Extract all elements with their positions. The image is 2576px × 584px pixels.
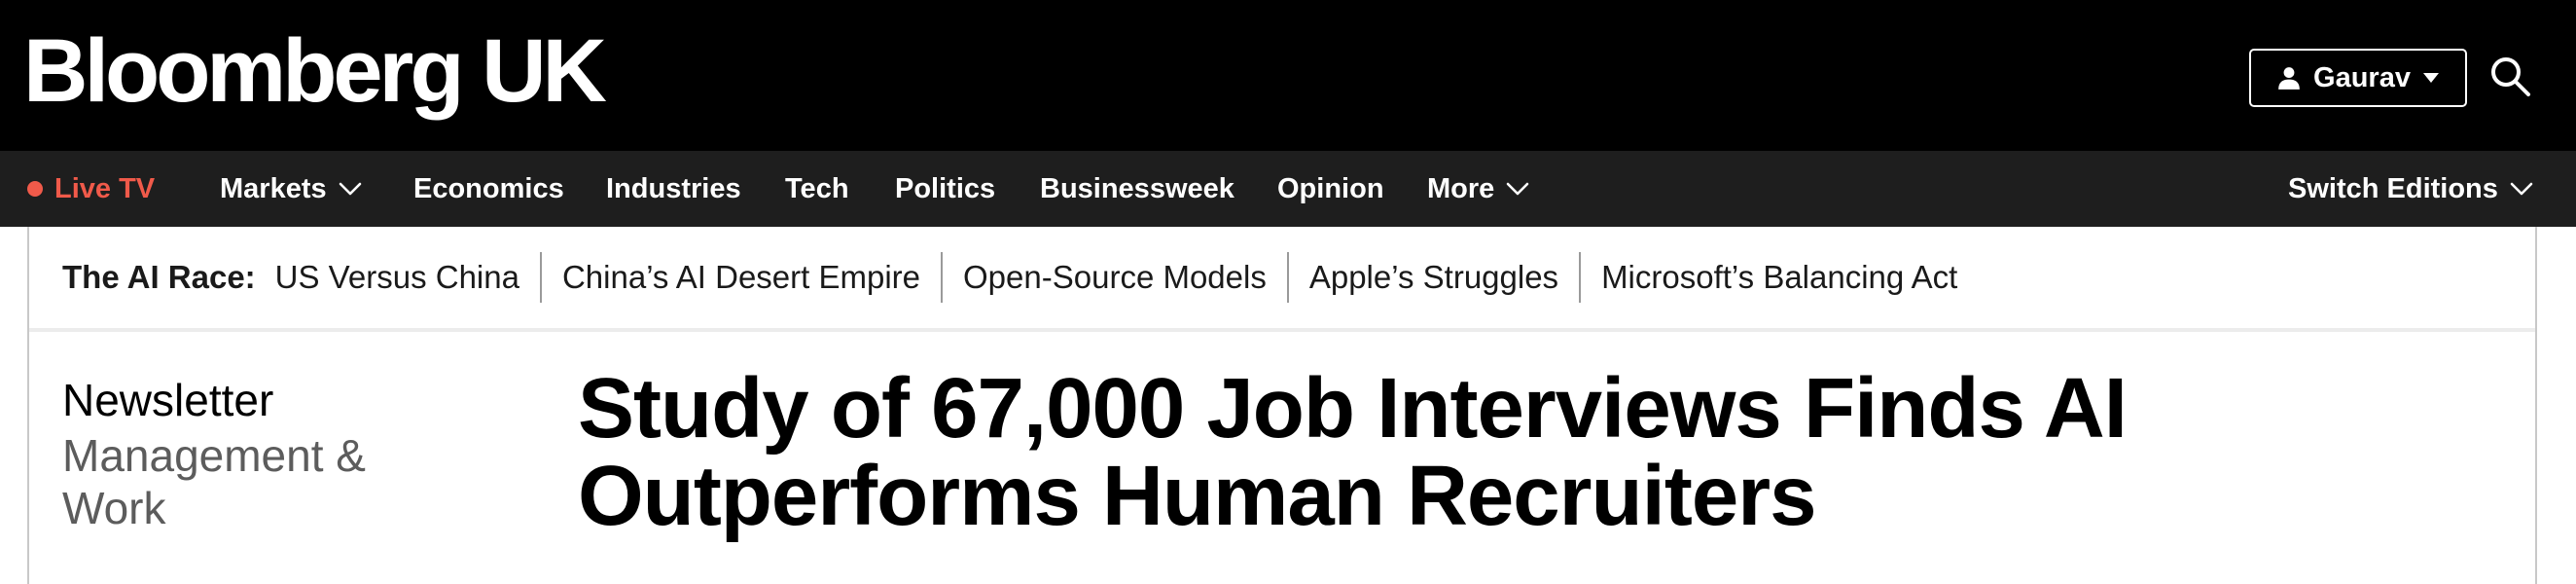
subnav-link-open-source-models[interactable]: Open-Source Models [963,259,1267,296]
nav-item-economics[interactable]: Economics [413,151,564,227]
nav-item-label: Businessweek [1040,172,1234,204]
nav-item-label: Economics [413,172,564,204]
masthead: Bloomberg UK Gaurav [0,0,2576,151]
user-name: Gaurav [2313,61,2411,93]
live-indicator-dot [27,181,43,197]
chevron-down-icon [2510,182,2533,196]
nav-item-opinion[interactable]: Opinion [1277,151,1384,227]
nav-item-label: Opinion [1277,172,1384,204]
subnav-label: The AI Race: [62,259,256,295]
subnav-divider [1286,252,1289,303]
brand-logo[interactable]: Bloomberg UK [23,18,607,125]
main-navigation: Live TV Markets Economics Industries Tec… [0,151,2576,227]
person-icon [2278,67,2300,90]
subnav-divider [539,252,542,303]
nav-item-label: Industries [606,172,741,204]
newsletter-kicker: Newsletter [62,375,274,425]
nav-item-label: Live TV [54,172,156,204]
chevron-down-icon [339,182,361,196]
subnav-divider [941,252,944,303]
nav-item-label: Markets [220,172,327,204]
nav-item-markets[interactable]: Markets [220,151,362,227]
caret-down-icon [2422,73,2439,83]
switch-editions-menu[interactable]: Switch Editions [2288,151,2533,227]
nav-item-label: Tech [785,172,849,204]
subnav-link-microsoft-balancing-act[interactable]: Microsoft’s Balancing Act [1601,259,1957,296]
nav-item-businessweek[interactable]: Businessweek [1040,151,1234,227]
nav-item-more[interactable]: More [1427,151,1529,227]
topic-subnav: The AI Race: US Versus China China’s AI … [29,227,2535,332]
subnav-link-apples-struggles[interactable]: Apple’s Struggles [1309,259,1558,296]
article-headline: Study of 67,000 Job Interviews Finds AI … [578,361,2128,543]
nav-item-label: More [1427,172,1495,204]
subnav-link-desert-empire[interactable]: China’s AI Desert Empire [562,259,920,296]
nav-item-politics[interactable]: Politics [895,151,995,227]
nav-item-label: Politics [895,172,996,204]
user-account-button[interactable]: Gaurav [2249,49,2467,107]
subnav-divider [1579,252,1582,303]
search-icon [2491,57,2530,96]
nav-item-tech[interactable]: Tech [785,151,849,227]
nav-item-live-tv[interactable]: Live TV [27,151,155,227]
content-frame: The AI Race: US Versus China China’s AI … [27,227,2537,584]
newsletter-section-link[interactable]: Management & Work [62,429,451,534]
subnav-link-us-versus-china[interactable]: US Versus China [275,259,519,296]
newsletter-tag: Newsletter Management & Work [62,373,451,534]
chevron-down-icon [1506,182,1529,196]
nav-item-industries[interactable]: Industries [606,151,741,227]
search-button[interactable] [2488,55,2531,97]
switch-editions-label: Switch Editions [2288,172,2498,204]
